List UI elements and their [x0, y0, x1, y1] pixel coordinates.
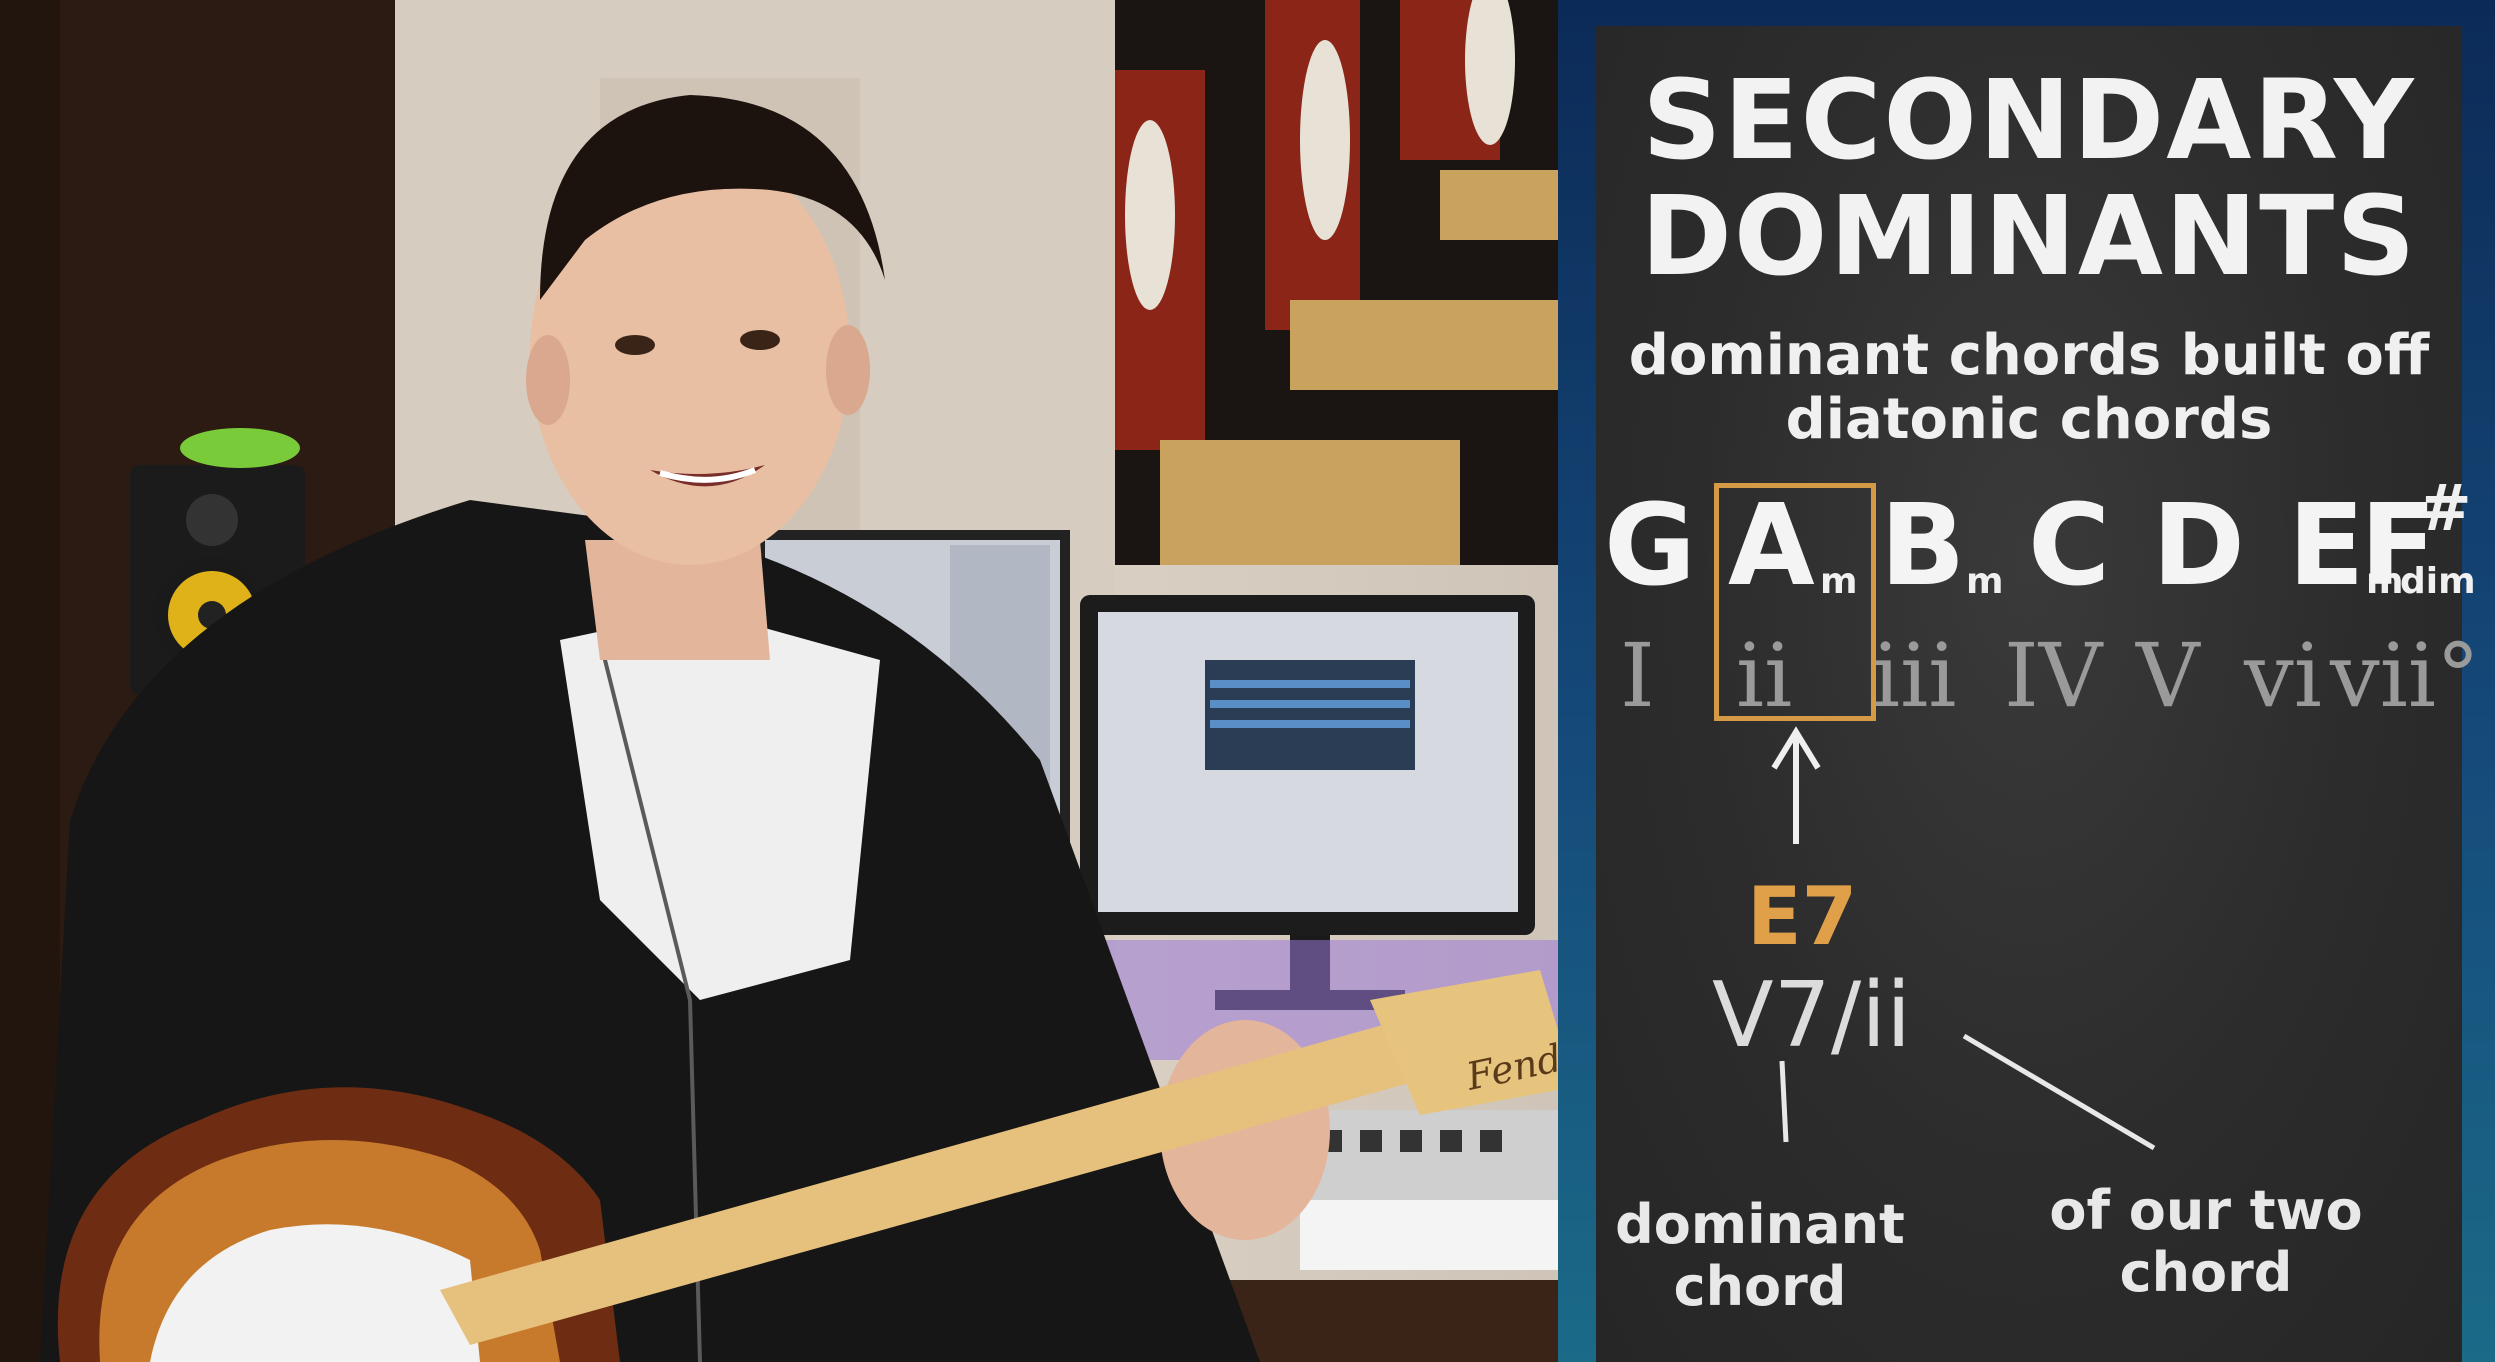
note-right-line-2: chord	[2119, 1241, 2293, 1304]
synth-keyboard	[1300, 1110, 1558, 1270]
annotation-lines	[1771, 726, 2156, 1151]
note-of-our-two-chord: of our two chord	[2026, 1180, 2386, 1304]
secondary-chord-label: E7	[1747, 870, 1858, 963]
up-arrow-icon	[1771, 726, 1821, 844]
video-frame-photo: Fender	[0, 0, 1558, 1362]
connector-line-right	[1962, 1033, 2156, 1151]
note-right-line-1: of our two	[2049, 1179, 2363, 1242]
note-dominant-chord: dominant chord	[1610, 1194, 1910, 1318]
note-left-line-1: dominant	[1615, 1193, 1905, 1256]
connector-line-left	[1779, 1060, 1789, 1143]
chalkboard-panel: SECONDARY DOMINANTS dominant chords buil…	[1558, 0, 2495, 1362]
secondary-numeral-label: V7/ii	[1712, 963, 1912, 1068]
wall-painting	[1115, 0, 1558, 565]
studio-scene-illustration: Fender	[0, 0, 1558, 1362]
note-left-line-2: chord	[1673, 1255, 1847, 1318]
chalkboard-surface: SECONDARY DOMINANTS dominant chords buil…	[1596, 26, 2480, 1362]
